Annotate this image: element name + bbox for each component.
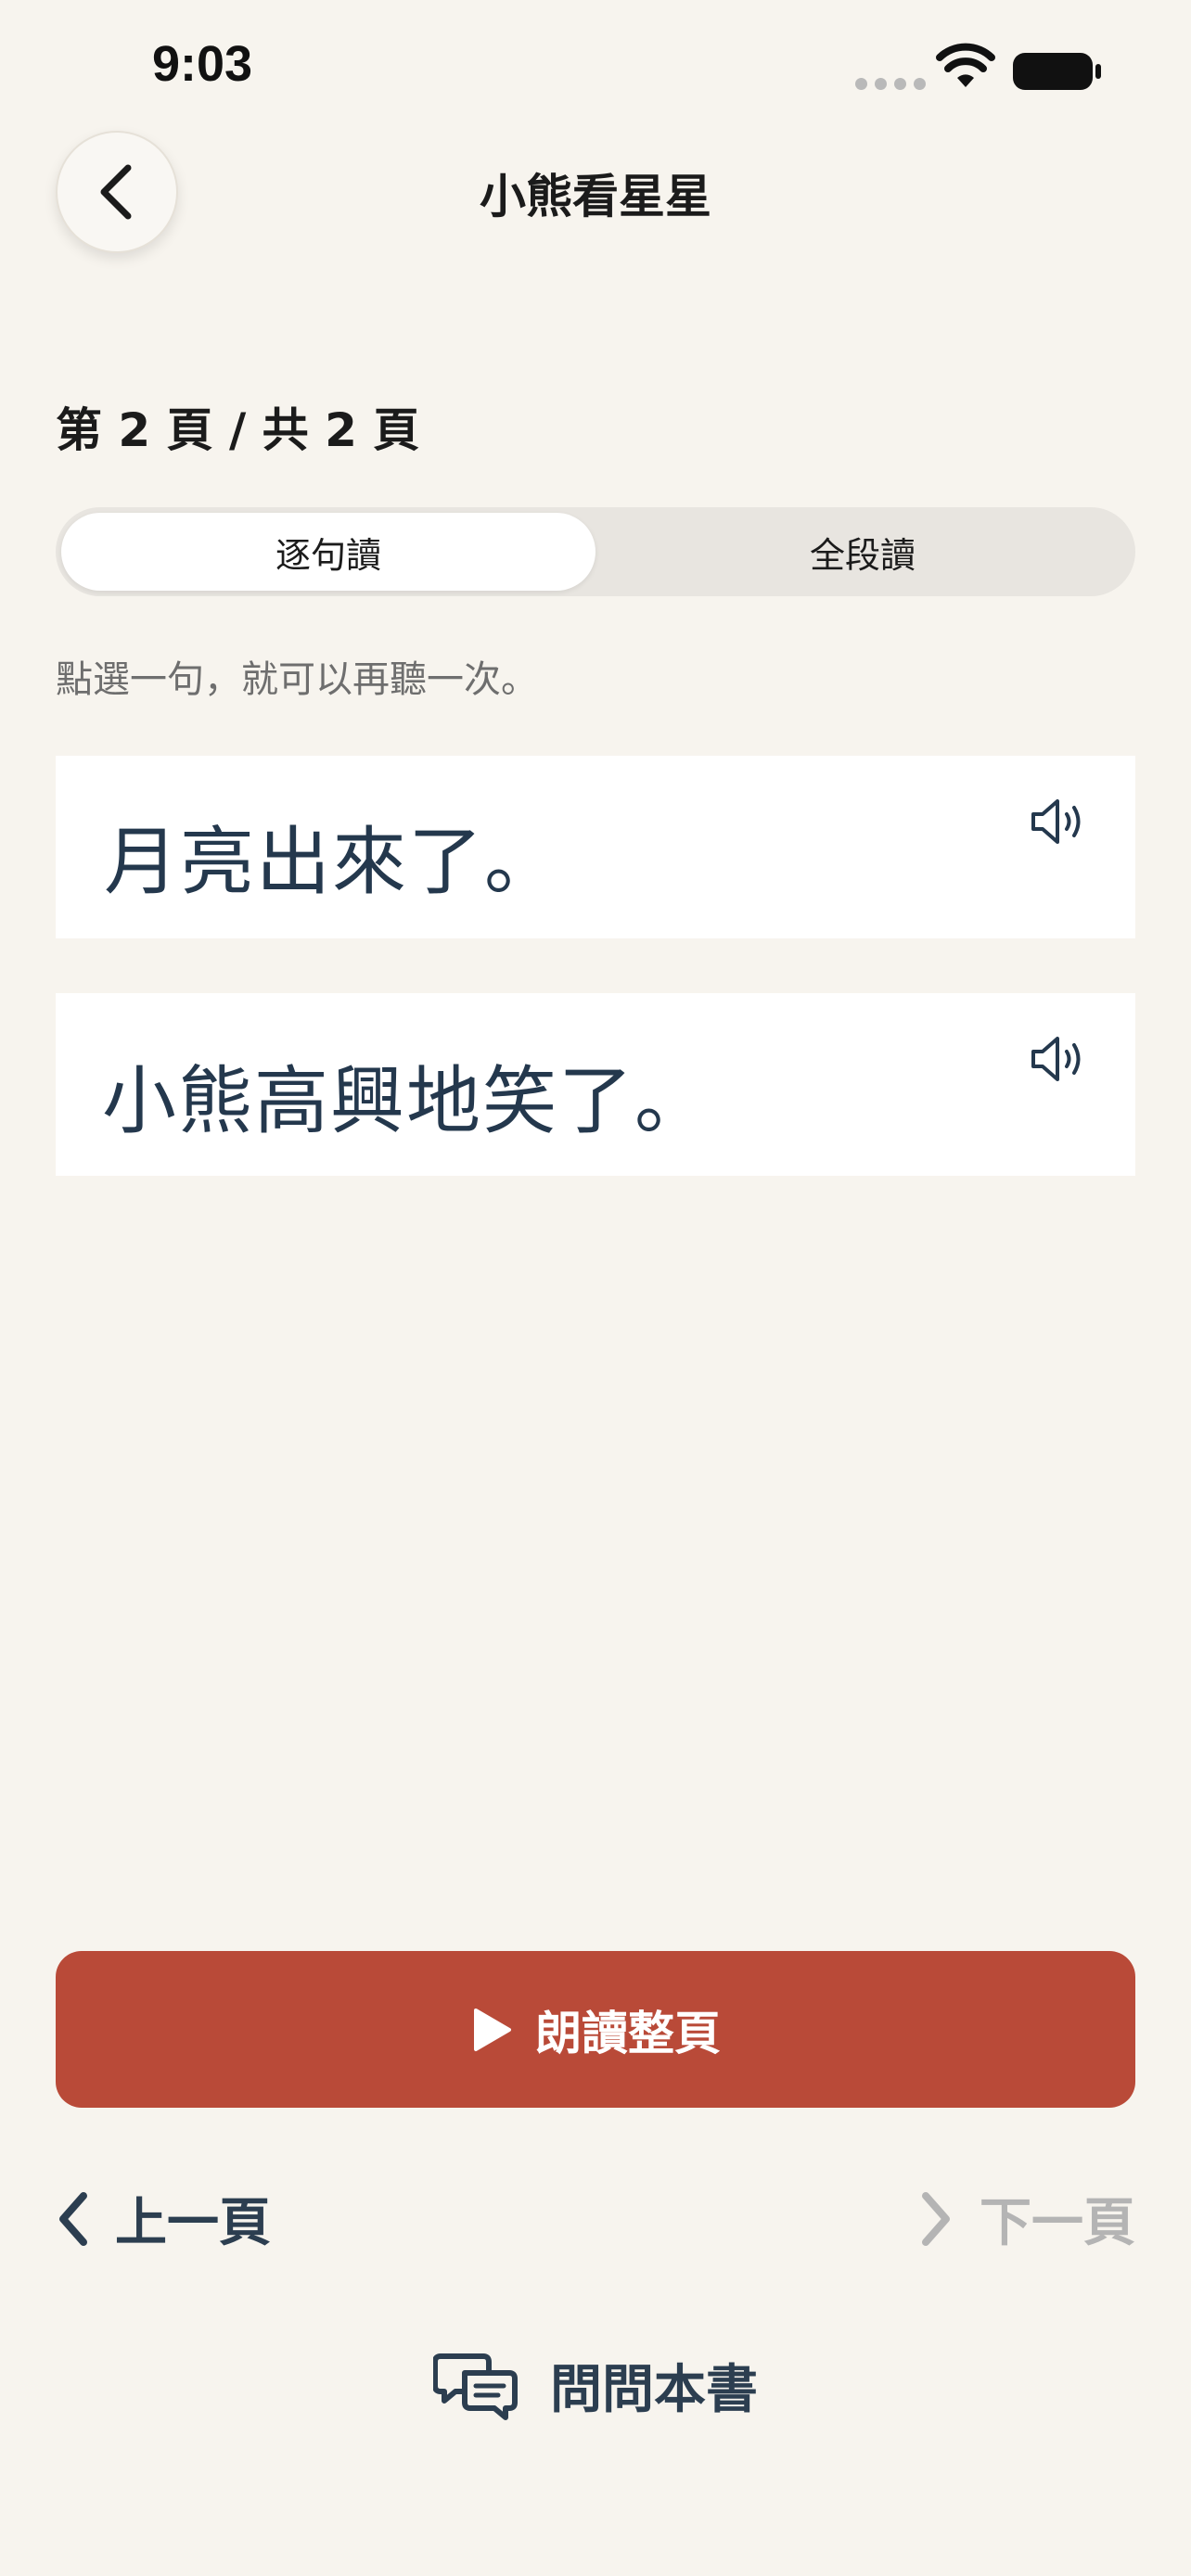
sentence-card[interactable]: 小熊高興地笑了。: [56, 993, 1135, 1176]
next-page-button[interactable]: 下一頁: [920, 2181, 1135, 2256]
read-page-label: 朗讀整頁: [535, 2006, 721, 2060]
sentence-text: 小熊高興地笑了。: [102, 1058, 711, 1144]
previous-page-button[interactable]: 上一頁: [56, 2181, 271, 2256]
ask-book-button[interactable]: 問問本書: [0, 2348, 1191, 2423]
speaker-icon[interactable]: [1030, 797, 1087, 847]
status-bar: 9:03: [0, 0, 1191, 139]
previous-page-label: 上一頁: [115, 2193, 271, 2253]
tab-full-paragraph-reading[interactable]: 全段讀: [596, 513, 1130, 591]
hint-text: 點選一句，就可以再聽一次。: [56, 658, 538, 701]
chat-bubbles-icon: [433, 2353, 518, 2420]
page-title: 小熊看星星: [480, 170, 711, 223]
sentence-text: 月亮出來了。: [104, 819, 560, 905]
battery-icon: [1013, 53, 1101, 90]
next-page-label: 下一頁: [980, 2193, 1135, 2253]
wifi-icon: [936, 43, 995, 87]
sentence-card[interactable]: 月亮出來了。: [56, 756, 1135, 938]
cellular-signal-icon: [855, 78, 926, 90]
play-icon: [474, 2008, 511, 2051]
status-time: 9:03: [152, 36, 253, 92]
chevron-right-icon: [922, 2191, 950, 2246]
speaker-icon[interactable]: [1030, 1034, 1087, 1084]
ask-book-label: 問問本書: [550, 2360, 758, 2420]
tab-sentence-reading[interactable]: 逐句讀: [61, 513, 596, 591]
reading-mode-tabs: 逐句讀 全段讀: [56, 507, 1135, 596]
read-page-button[interactable]: 朗讀整頁: [56, 1951, 1135, 2108]
chevron-left-icon: [59, 2191, 87, 2246]
page-counter: 第 2 頁 / 共 2 頁: [56, 403, 420, 457]
